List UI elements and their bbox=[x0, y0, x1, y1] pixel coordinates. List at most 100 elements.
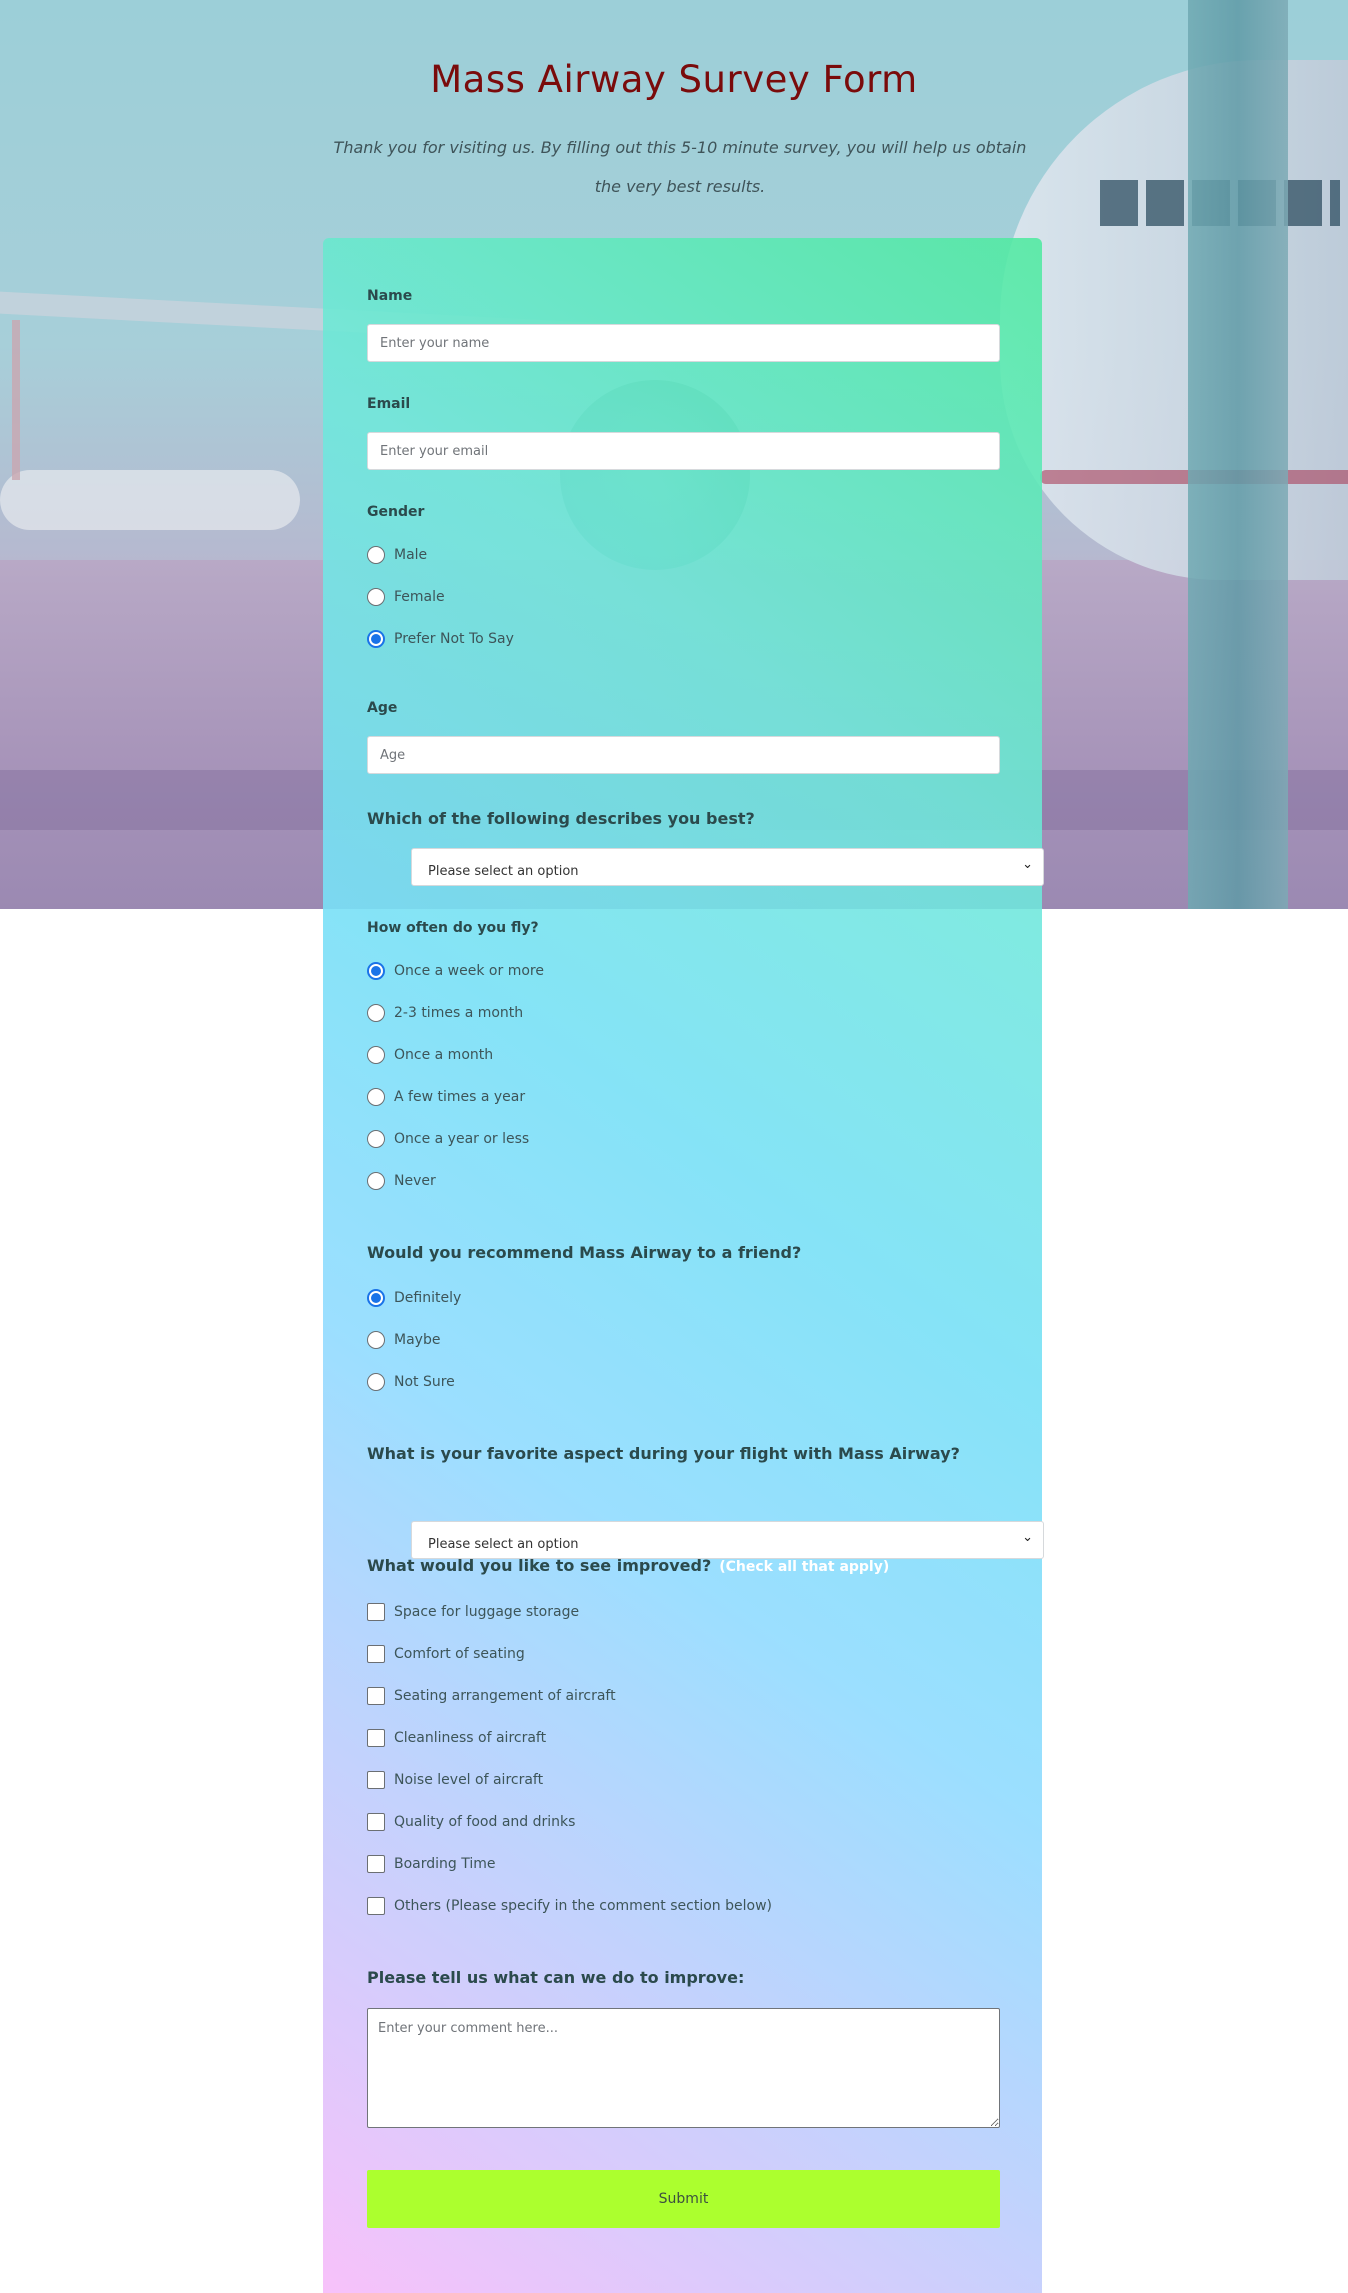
radio-fly-weekly[interactable] bbox=[367, 962, 385, 980]
gender-option-label: Male bbox=[394, 547, 428, 563]
improve-option[interactable]: Seating arrangement of aircraft bbox=[367, 1685, 616, 1707]
tower-image bbox=[12, 320, 20, 480]
email-label: Email bbox=[367, 396, 411, 412]
fly-option-label: 2-3 times a month bbox=[394, 1005, 524, 1021]
fly-frequency-field-group: How often do you fly? bbox=[367, 920, 998, 936]
page-title: Mass Airway Survey Form bbox=[430, 58, 918, 101]
improve-option-label: Seating arrangement of aircraft bbox=[394, 1688, 616, 1704]
favorite-field-group: What is your favorite aspect during your… bbox=[367, 1444, 998, 1463]
survey-form: Name Email Gender Male Female Prefer Not… bbox=[323, 238, 1044, 2293]
favorite-select[interactable]: Please select an option ⌄ bbox=[411, 1521, 1044, 1559]
favorite-label: What is your favorite aspect during your… bbox=[367, 1444, 960, 1463]
gender-option-label: Female bbox=[394, 589, 445, 605]
fly-option-label: Once a year or less bbox=[394, 1131, 530, 1147]
checkbox-cleanliness[interactable] bbox=[367, 1729, 385, 1747]
checkbox-boarding[interactable] bbox=[367, 1855, 385, 1873]
fly-option[interactable]: Once a month bbox=[367, 1044, 493, 1066]
recommend-option-label: Definitely bbox=[394, 1290, 462, 1306]
improve-option[interactable]: Quality of food and drinks bbox=[367, 1811, 575, 1833]
fly-option[interactable]: 2-3 times a month bbox=[367, 1002, 523, 1024]
name-input[interactable] bbox=[367, 324, 1000, 362]
chevron-down-icon: ⌄ bbox=[1022, 857, 1033, 872]
age-field-group: Age bbox=[367, 700, 998, 716]
radio-fly-2-3-month[interactable] bbox=[367, 1004, 385, 1022]
comment-textarea[interactable] bbox=[367, 2008, 1000, 2128]
radio-maybe[interactable] bbox=[367, 1331, 385, 1349]
improve-option[interactable]: Space for luggage storage bbox=[367, 1601, 579, 1623]
improve-option-label: Noise level of aircraft bbox=[394, 1772, 544, 1788]
gender-option-label: Prefer Not To Say bbox=[394, 631, 514, 647]
name-field-group: Name bbox=[367, 288, 998, 304]
fly-option-label: Once a week or more bbox=[394, 963, 544, 979]
recommend-option[interactable]: Not Sure bbox=[367, 1371, 455, 1393]
radio-fly-monthly[interactable] bbox=[367, 1046, 385, 1064]
describes-select-value: Please select an option bbox=[428, 864, 579, 879]
improve-option-label: Comfort of seating bbox=[394, 1646, 525, 1662]
gender-option-female[interactable]: Female bbox=[367, 586, 445, 608]
improve-option[interactable]: Noise level of aircraft bbox=[367, 1769, 543, 1791]
comment-field-group: Please tell us what can we do to improve… bbox=[367, 1968, 998, 1987]
improve-field-group: What would you like to see improved? (Che… bbox=[367, 1556, 998, 1575]
distant-plane-image bbox=[0, 470, 300, 530]
improve-option-label: Boarding Time bbox=[394, 1856, 496, 1872]
name-label: Name bbox=[367, 288, 413, 304]
terminal-pillar-image bbox=[1188, 0, 1288, 909]
describes-field-group: Which of the following describes you bes… bbox=[367, 809, 998, 828]
checkbox-luggage[interactable] bbox=[367, 1603, 385, 1621]
checkbox-seating-comfort[interactable] bbox=[367, 1645, 385, 1663]
radio-fly-never[interactable] bbox=[367, 1172, 385, 1190]
checkbox-food[interactable] bbox=[367, 1813, 385, 1831]
favorite-select-value: Please select an option bbox=[428, 1537, 579, 1552]
recommend-option-label: Not Sure bbox=[394, 1374, 455, 1390]
improve-option[interactable]: Others (Please specify in the comment se… bbox=[367, 1895, 772, 1917]
improve-option-label: Space for luggage storage bbox=[394, 1604, 580, 1620]
fly-option[interactable]: Never bbox=[367, 1170, 436, 1192]
gender-option-male[interactable]: Male bbox=[367, 544, 427, 566]
improve-hint: (Check all that apply) bbox=[719, 1559, 890, 1575]
gender-label: Gender bbox=[367, 504, 425, 520]
improve-option-label: Cleanliness of aircraft bbox=[394, 1730, 547, 1746]
improve-option-label: Others (Please specify in the comment se… bbox=[394, 1898, 772, 1914]
fly-frequency-label: How often do you fly? bbox=[367, 920, 539, 936]
recommend-field-group: Would you recommend Mass Airway to a fri… bbox=[367, 1243, 998, 1262]
fly-option-label: A few times a year bbox=[394, 1089, 526, 1105]
checkbox-seating-arrangement[interactable] bbox=[367, 1687, 385, 1705]
age-input[interactable] bbox=[367, 736, 1000, 774]
email-field-group: Email bbox=[367, 396, 998, 412]
improve-label: What would you like to see improved? (Che… bbox=[367, 1556, 998, 1575]
gender-field-group: Gender bbox=[367, 504, 998, 520]
fly-option-label: Once a month bbox=[394, 1047, 494, 1063]
fly-option[interactable]: A few times a year bbox=[367, 1086, 525, 1108]
improve-option[interactable]: Comfort of seating bbox=[367, 1643, 525, 1665]
fly-option[interactable]: Once a year or less bbox=[367, 1128, 529, 1150]
page-description: Thank you for visiting us. By filling ou… bbox=[333, 138, 1027, 196]
radio-prefer-not-to-say[interactable] bbox=[367, 630, 385, 648]
radio-fly-few-year[interactable] bbox=[367, 1088, 385, 1106]
improve-label-text: What would you like to see improved? bbox=[367, 1556, 712, 1575]
age-label: Age bbox=[367, 700, 398, 716]
improve-option[interactable]: Cleanliness of aircraft bbox=[367, 1727, 546, 1749]
improve-option-label: Quality of food and drinks bbox=[394, 1814, 576, 1830]
radio-female[interactable] bbox=[367, 588, 385, 606]
checkbox-noise[interactable] bbox=[367, 1771, 385, 1789]
radio-fly-yearly[interactable] bbox=[367, 1130, 385, 1148]
recommend-label: Would you recommend Mass Airway to a fri… bbox=[367, 1243, 802, 1262]
fly-option[interactable]: Once a week or more bbox=[367, 960, 544, 982]
recommend-option[interactable]: Maybe bbox=[367, 1329, 440, 1351]
radio-male[interactable] bbox=[367, 546, 385, 564]
gender-option-prefer-not[interactable]: Prefer Not To Say bbox=[367, 628, 514, 650]
comment-label: Please tell us what can we do to improve… bbox=[367, 1968, 745, 1987]
improve-option[interactable]: Boarding Time bbox=[367, 1853, 496, 1875]
chevron-down-icon: ⌄ bbox=[1022, 1530, 1033, 1545]
radio-not-sure[interactable] bbox=[367, 1373, 385, 1391]
describes-label: Which of the following describes you bes… bbox=[367, 809, 755, 828]
recommend-option-label: Maybe bbox=[394, 1332, 441, 1348]
email-input[interactable] bbox=[367, 432, 1000, 470]
checkbox-others[interactable] bbox=[367, 1897, 385, 1915]
radio-definitely[interactable] bbox=[367, 1289, 385, 1307]
aircraft-nose-image bbox=[1000, 60, 1348, 580]
fly-option-label: Never bbox=[394, 1173, 436, 1189]
submit-button[interactable]: Submit bbox=[367, 2170, 1000, 2228]
describes-select[interactable]: Please select an option ⌄ bbox=[411, 848, 1044, 886]
recommend-option[interactable]: Definitely bbox=[367, 1287, 461, 1309]
